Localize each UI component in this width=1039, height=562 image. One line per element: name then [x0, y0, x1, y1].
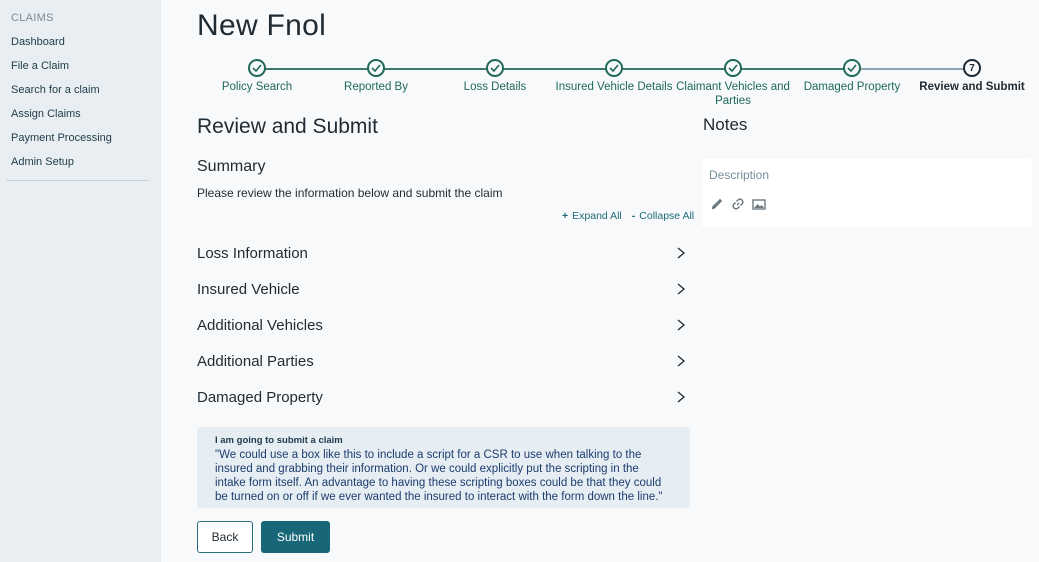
- step-label: Policy Search: [221, 81, 293, 93]
- section-title: Review and Submit: [197, 115, 378, 138]
- step-label: Loss Details: [463, 81, 527, 93]
- step-label: Damaged Property: [803, 81, 901, 93]
- step-claimant-vehicles-and-parties[interactable]: Claimant Vehicles and Parties: [673, 58, 793, 108]
- accordion-damaged-property[interactable]: Damaged Property: [197, 382, 687, 412]
- accordion-label: Additional Vehicles: [197, 316, 323, 334]
- accordion-label: Insured Vehicle: [197, 280, 300, 298]
- chevron-right-icon: [677, 355, 686, 367]
- step-review-and-submit[interactable]: 7 Review and Submit: [912, 58, 1032, 94]
- expand-all-label: Expand All: [572, 210, 622, 222]
- chevron-right-icon: [677, 391, 686, 403]
- step-number-badge: 7: [963, 59, 981, 77]
- step-damaged-property[interactable]: Damaged Property: [792, 58, 912, 94]
- collapse-all-label: Collapse All: [639, 210, 695, 222]
- accordion-label: Loss Information: [197, 244, 308, 262]
- sidebar-divider: [6, 180, 149, 181]
- check-icon: [248, 59, 266, 77]
- accordion-label: Additional Parties: [197, 352, 314, 370]
- accordion-additional-vehicles[interactable]: Additional Vehicles: [197, 310, 687, 340]
- chevron-right-icon: [677, 247, 686, 259]
- notes-description-input[interactable]: [709, 166, 1019, 184]
- summary-title: Summary: [197, 158, 266, 175]
- sidebar-item-file-a-claim[interactable]: File a Claim: [11, 60, 69, 72]
- step-policy-search[interactable]: Policy Search: [197, 58, 317, 94]
- csr-script-box: I am going to submit a claim "We could u…: [197, 427, 690, 508]
- pencil-icon[interactable]: [710, 197, 724, 211]
- chevron-right-icon: [677, 283, 686, 295]
- notes-toolbar: [710, 197, 766, 211]
- sidebar-item-search-for-a-claim[interactable]: Search for a claim: [11, 84, 100, 96]
- check-icon: [605, 59, 623, 77]
- accordion-loss-information[interactable]: Loss Information: [197, 238, 687, 268]
- sidebar-item-assign-claims[interactable]: Assign Claims: [11, 108, 81, 120]
- page-title: New Fnol: [197, 9, 327, 42]
- accordion-label: Damaged Property: [197, 388, 323, 406]
- check-icon: [843, 59, 861, 77]
- summary-description: Please review the information below and …: [197, 186, 503, 200]
- check-icon: [724, 59, 742, 77]
- step-label: Claimant Vehicles and Parties: [676, 81, 790, 107]
- step-insured-vehicle-details[interactable]: Insured Vehicle Details: [554, 58, 674, 94]
- step-label: Review and Submit: [919, 81, 1025, 93]
- submit-button[interactable]: Submit: [261, 521, 330, 553]
- step-label: Reported By: [344, 81, 408, 93]
- check-icon: [367, 59, 385, 77]
- chevron-right-icon: [677, 319, 686, 331]
- plus-icon: +: [562, 210, 569, 222]
- accordion-additional-parties[interactable]: Additional Parties: [197, 346, 687, 376]
- notes-card: [702, 159, 1032, 227]
- notes-title: Notes: [703, 115, 748, 134]
- link-icon[interactable]: [731, 197, 745, 211]
- check-icon: [486, 59, 504, 77]
- accordion-insured-vehicle[interactable]: Insured Vehicle: [197, 274, 687, 304]
- sidebar-section-label: CLAIMS: [11, 12, 54, 24]
- script-box-title: I am going to submit a claim: [215, 435, 343, 446]
- script-box-text: "We could use a box like this to include…: [215, 449, 663, 503]
- image-icon[interactable]: [752, 197, 766, 211]
- expand-all-button[interactable]: + Expand All: [562, 210, 622, 222]
- sidebar-item-payment-processing[interactable]: Payment Processing: [11, 132, 112, 144]
- expand-collapse-controls: + Expand All - Collapse All: [562, 210, 694, 222]
- progress-stepper: Policy Search Reported By Loss Details I…: [197, 58, 1032, 110]
- sidebar-item-admin-setup[interactable]: Admin Setup: [11, 156, 74, 168]
- step-loss-details[interactable]: Loss Details: [435, 58, 555, 94]
- step-label: Insured Vehicle Details: [555, 81, 673, 93]
- collapse-all-button[interactable]: - Collapse All: [632, 210, 694, 222]
- minus-icon: -: [631, 210, 636, 222]
- sidebar: CLAIMS Dashboard File a Claim Search for…: [0, 0, 161, 562]
- back-button[interactable]: Back: [197, 521, 253, 553]
- step-reported-by[interactable]: Reported By: [316, 58, 436, 94]
- sidebar-item-dashboard[interactable]: Dashboard: [11, 36, 65, 48]
